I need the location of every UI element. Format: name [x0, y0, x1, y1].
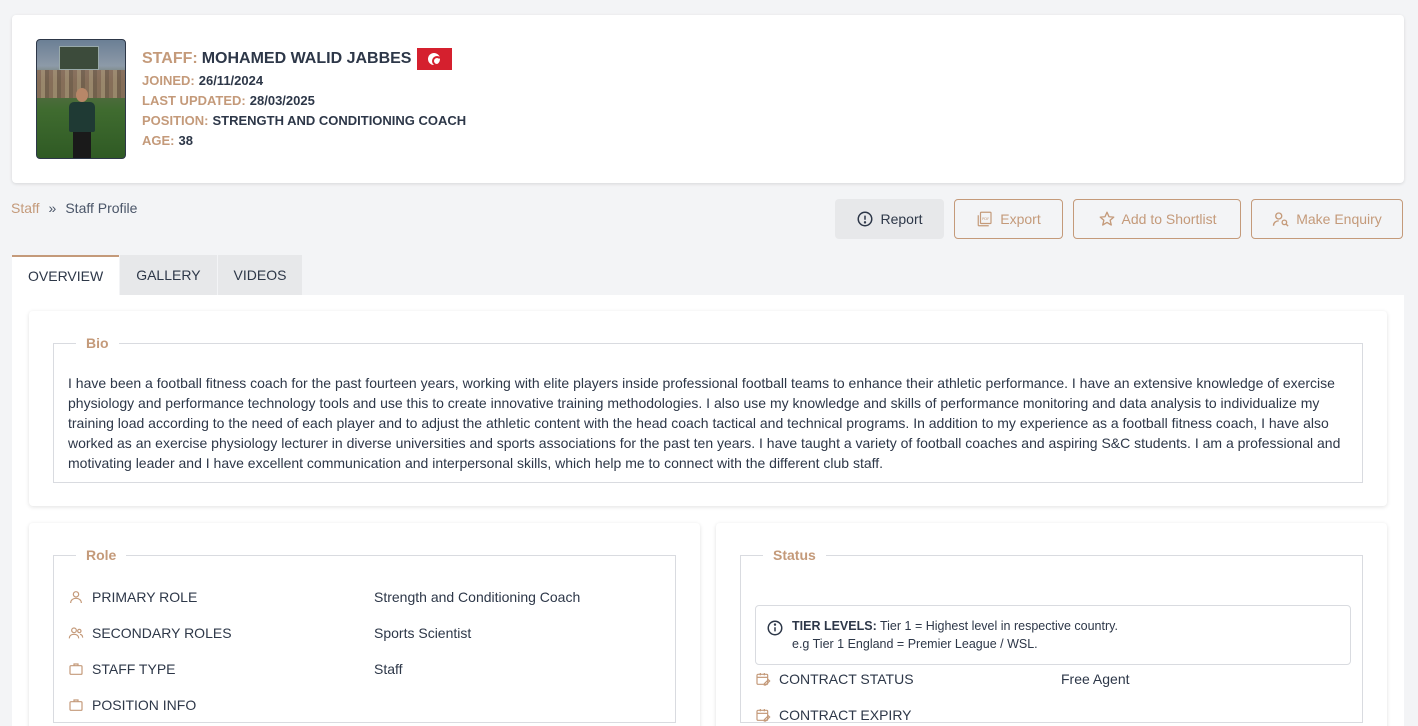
tab-videos[interactable]: VIDEOS [217, 255, 303, 295]
contract-status-value: Free Agent [1061, 671, 1130, 687]
tab-overview[interactable]: OVERVIEW [12, 255, 120, 295]
position-info-key: POSITION INFO [92, 697, 197, 713]
contract-status-key: CONTRACT STATUS [779, 671, 914, 687]
age-value: 38 [178, 133, 193, 148]
contract-expiry-key: CONTRACT EXPIRY [779, 707, 912, 723]
star-icon [1099, 211, 1114, 226]
tab-gallery[interactable]: GALLERY [120, 255, 217, 295]
position-value: STRENGTH AND CONDITIONING COACH [212, 113, 467, 128]
secondary-roles-value: Sports Scientist [374, 625, 472, 641]
svg-text:PDF: PDF [982, 217, 989, 221]
breadcrumb-current: Staff Profile [65, 200, 138, 216]
calendar-edit-icon [755, 671, 771, 687]
add-to-shortlist-button[interactable]: Add to Shortlist [1073, 199, 1241, 239]
staff-type-value: Staff [374, 661, 403, 677]
user-search-icon [1273, 212, 1289, 227]
bio-fieldset: Bio I have been a football fitness coach… [53, 335, 1363, 483]
primary-role-key: PRIMARY ROLE [92, 589, 198, 605]
role-title: Role [86, 547, 117, 563]
tier-label: TIER LEVELS: [792, 619, 877, 633]
report-button[interactable]: Report [835, 199, 944, 239]
tier-line-1: TIER LEVELS: Tier 1 = Highest level in r… [792, 619, 1118, 633]
contract-expiry-row: CONTRACT EXPIRY [755, 705, 1061, 725]
primary-role-value: Strength and Conditioning Coach [374, 589, 581, 605]
avatar [36, 39, 126, 159]
info-icon [767, 620, 783, 636]
profile-tabs: OVERVIEW GALLERY VIDEOS [12, 255, 303, 295]
status-card: Status TIER LEVELS: Tier 1 = Highest lev… [716, 523, 1387, 726]
updated-row: LAST UPDATED: 28/03/2025 [142, 91, 466, 111]
breadcrumb-separator: » [48, 200, 57, 216]
contract-status-row: CONTRACT STATUS Free Agent [755, 669, 1130, 689]
make-enquiry-label: Make Enquiry [1296, 211, 1382, 227]
make-enquiry-button[interactable]: Make Enquiry [1251, 199, 1403, 239]
status-fieldset: Status TIER LEVELS: Tier 1 = Highest lev… [740, 547, 1363, 723]
breadcrumb-staff-link[interactable]: Staff [11, 200, 40, 216]
updated-label: LAST UPDATED: [142, 93, 246, 108]
tier-line-2: e.g Tier 1 England = Premier League / WS… [792, 637, 1038, 651]
position-row: POSITION: STRENGTH AND CONDITIONING COACH [142, 111, 466, 131]
position-info-row: POSITION INFO [68, 695, 374, 715]
profile-name-row: STAFF: MOHAMED WALID JABBES [142, 47, 466, 71]
secondary-roles-key: SECONDARY ROLES [92, 625, 232, 641]
tunisia-flag-icon [417, 48, 453, 70]
breadcrumb: Staff » Staff Profile [11, 200, 137, 216]
export-button-label: Export [1000, 211, 1041, 227]
position-label: POSITION: [142, 113, 209, 128]
staff-name: MOHAMED WALID JABBES [201, 50, 412, 67]
avatar-stadium-screen [59, 46, 99, 70]
bio-text: I have been a football fitness coach for… [68, 375, 1341, 471]
report-button-label: Report [880, 211, 923, 227]
joined-value: 26/11/2024 [198, 73, 264, 88]
primary-role-row: PRIMARY ROLE Strength and Conditioning C… [68, 587, 580, 607]
users-icon [68, 625, 84, 641]
briefcase-icon [68, 661, 84, 677]
staff-label: STAFF: [142, 50, 198, 67]
pdf-file-icon: PDF [977, 211, 992, 227]
joined-label: JOINED: [142, 73, 195, 88]
secondary-roles-row: SECONDARY ROLES Sports Scientist [68, 623, 471, 643]
profile-header-card: STAFF: MOHAMED WALID JABBES JOINED: 26/11… [12, 15, 1404, 183]
role-fieldset: Role PRIMARY ROLE Strength and Condition… [53, 547, 676, 723]
age-row: AGE: 38 [142, 131, 466, 151]
profile-info: STAFF: MOHAMED WALID JABBES JOINED: 26/11… [142, 47, 466, 151]
calendar-edit-icon [755, 707, 771, 723]
staff-type-row: STAFF TYPE Staff [68, 659, 403, 679]
export-button[interactable]: PDF Export [954, 199, 1063, 239]
role-card: Role PRIMARY ROLE Strength and Condition… [29, 523, 700, 726]
briefcase-icon [68, 697, 84, 713]
add-to-shortlist-label: Add to Shortlist [1121, 211, 1217, 227]
staff-type-key: STAFF TYPE [92, 661, 176, 677]
status-title: Status [773, 547, 816, 563]
user-icon [68, 589, 84, 605]
joined-row: JOINED: 26/11/2024 [142, 71, 466, 91]
age-label: AGE: [142, 133, 175, 148]
tier-line1-text: Tier 1 = Highest level in respective cou… [879, 619, 1118, 633]
bio-title: Bio [86, 335, 109, 351]
avatar-person [67, 88, 97, 158]
tier-levels-info: TIER LEVELS: Tier 1 = Highest level in r… [755, 605, 1351, 665]
bio-card: Bio I have been a football fitness coach… [29, 311, 1387, 506]
updated-value: 28/03/2025 [249, 93, 315, 108]
alert-circle-icon [857, 211, 873, 227]
